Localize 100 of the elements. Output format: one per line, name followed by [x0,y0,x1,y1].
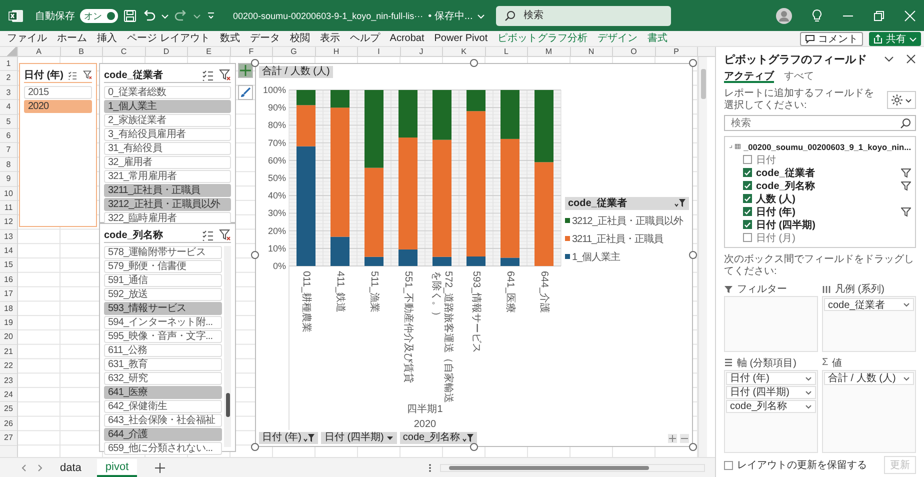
lightbulb-icon[interactable] [811,8,823,22]
resize-handle[interactable] [251,59,259,67]
legend-field-button[interactable]: code_従業者 [565,196,689,210]
spreadsheet-logo-icon[interactable] [8,8,24,24]
slicer-item[interactable]: 2020 [24,100,92,113]
checkbox[interactable] [743,181,752,190]
row-number[interactable]: 13 [0,230,17,244]
row-number[interactable]: 21 [0,344,17,360]
checkbox[interactable] [724,460,733,470]
resize-handle[interactable] [470,59,478,67]
resize-handle[interactable] [689,251,697,259]
checkbox[interactable] [743,233,752,242]
ribbon-tab[interactable]: 数式 [216,32,244,46]
row-number[interactable]: 26 [0,416,17,432]
axis-field-button[interactable]: code_列名称 [400,432,478,444]
row-number[interactable]: 11 [0,200,17,216]
row-number[interactable]: 24 [0,388,17,402]
resize-handle[interactable] [470,443,478,451]
ribbon-tab[interactable]: ファイル [3,32,51,46]
multi-select-icon[interactable] [202,70,214,80]
area-field-button[interactable]: 日付 (四半期) [726,386,816,398]
chart-area[interactable] [255,63,693,447]
ribbon-tab[interactable]: Power Pivot [430,32,492,46]
row-number[interactable]: 17 [0,287,17,302]
column-header[interactable]: L [486,47,528,56]
slicer-item[interactable]: 593_情報サービス [104,302,222,315]
slicer-item[interactable]: 0_従業者総数 [104,86,231,99]
caret-icon[interactable] [193,12,201,20]
slicer-item[interactable]: 3211_正社員・正職員 [104,184,231,197]
row-number[interactable]: 9 [0,172,17,187]
ribbon-tab[interactable]: ホーム [53,32,91,46]
column-header[interactable]: O [613,47,656,56]
search-field[interactable]: 検索 [724,115,916,131]
column-header[interactable]: I [358,47,400,56]
vertical-scrollbar[interactable] [698,57,707,457]
multi-select-icon[interactable] [68,70,78,80]
restore-icon[interactable] [873,10,885,22]
row-number[interactable]: 8 [0,158,17,172]
row-number[interactable]: 19 [0,316,17,330]
ribbon-tab[interactable]: 校閲 [286,32,314,46]
slicer-item[interactable]: 631_教育 [104,358,222,371]
row-number[interactable]: 12 [0,215,17,230]
undo-icon[interactable] [142,8,156,22]
sheet-tab[interactable]: data [52,458,90,476]
drop-area[interactable]: 合計 / 人数 (人) [822,370,916,453]
filter-icon[interactable] [901,168,911,178]
slicer-item[interactable]: 632_研究 [104,372,222,385]
field-label[interactable]: 日付 [756,152,776,166]
slicer-item[interactable]: 591_通信 [104,274,222,287]
column-header[interactable]: A [18,47,60,56]
slicer-item[interactable]: 611_公務 [104,344,222,357]
column-header[interactable]: N [570,47,613,56]
horizontal-scrollbar[interactable] [440,464,705,472]
pane-tab[interactable]: すべて [784,69,814,83]
column-header[interactable]: P [656,47,698,56]
slicer-item[interactable]: 641_医療 [104,386,222,399]
area-field-button[interactable]: code_従業者 [824,298,914,311]
row-number[interactable]: 23 [0,374,17,388]
avatar-icon[interactable] [776,8,792,24]
filter-icon[interactable] [901,180,911,190]
slicer-item[interactable]: 2_家族従業者 [104,114,231,127]
row-number[interactable]: 18 [0,302,17,316]
row-number[interactable]: 5 [0,114,17,129]
caret-icon[interactable] [161,12,169,20]
column-header[interactable]: B [60,47,103,56]
value-field-button[interactable]: 合計 / 人数 (人) [259,66,333,78]
sheet-tab[interactable]: pivot [97,458,137,476]
resize-handle[interactable] [251,251,259,259]
slicer-item[interactable]: 31_有給役員 [104,142,231,155]
row-number[interactable]: 2 [0,71,17,86]
ribbon-tab[interactable]: Acrobat [386,32,428,46]
row-number[interactable]: 14 [0,244,17,258]
row-number[interactable]: 16 [0,272,17,288]
row-number[interactable]: 7 [0,143,17,158]
checkbox-label[interactable]: レイアウトの更新を保留する [737,458,867,472]
search-input[interactable]: 検索 [522,9,662,22]
comment-button[interactable]: コメント [800,32,863,46]
row-number[interactable]: 1 [0,57,17,72]
chart-styles-button[interactable] [238,85,253,100]
row-number[interactable]: 25 [0,402,17,417]
column-header[interactable]: C [103,47,146,56]
collapse-button[interactable] [680,434,689,442]
slicer-item[interactable]: 2015 [24,86,92,99]
ribbon-tab[interactable]: データ [246,32,284,46]
slicer-item[interactable]: 1_個人業主 [104,100,231,113]
row-number[interactable]: 3 [0,86,17,100]
close-icon[interactable] [906,54,916,64]
more-options-icon[interactable] [428,462,432,472]
slicer-item[interactable]: 595_映像・音声・文字... [104,330,222,343]
next-sheet-icon[interactable] [36,464,44,472]
slicer-item[interactable]: 594_インターネット附... [104,316,222,329]
pane-tab[interactable]: アクティブ [724,69,774,83]
checkbox[interactable] [743,207,752,216]
column-header[interactable]: F [230,47,273,56]
slicer-item[interactable]: 644_介護 [104,428,222,441]
redo-icon[interactable] [174,8,188,22]
resize-handle[interactable] [689,59,697,67]
add-sheet-icon[interactable] [154,462,165,472]
save-status-button[interactable]: • 保存中... [428,8,485,22]
row-number[interactable]: 22 [0,359,17,374]
